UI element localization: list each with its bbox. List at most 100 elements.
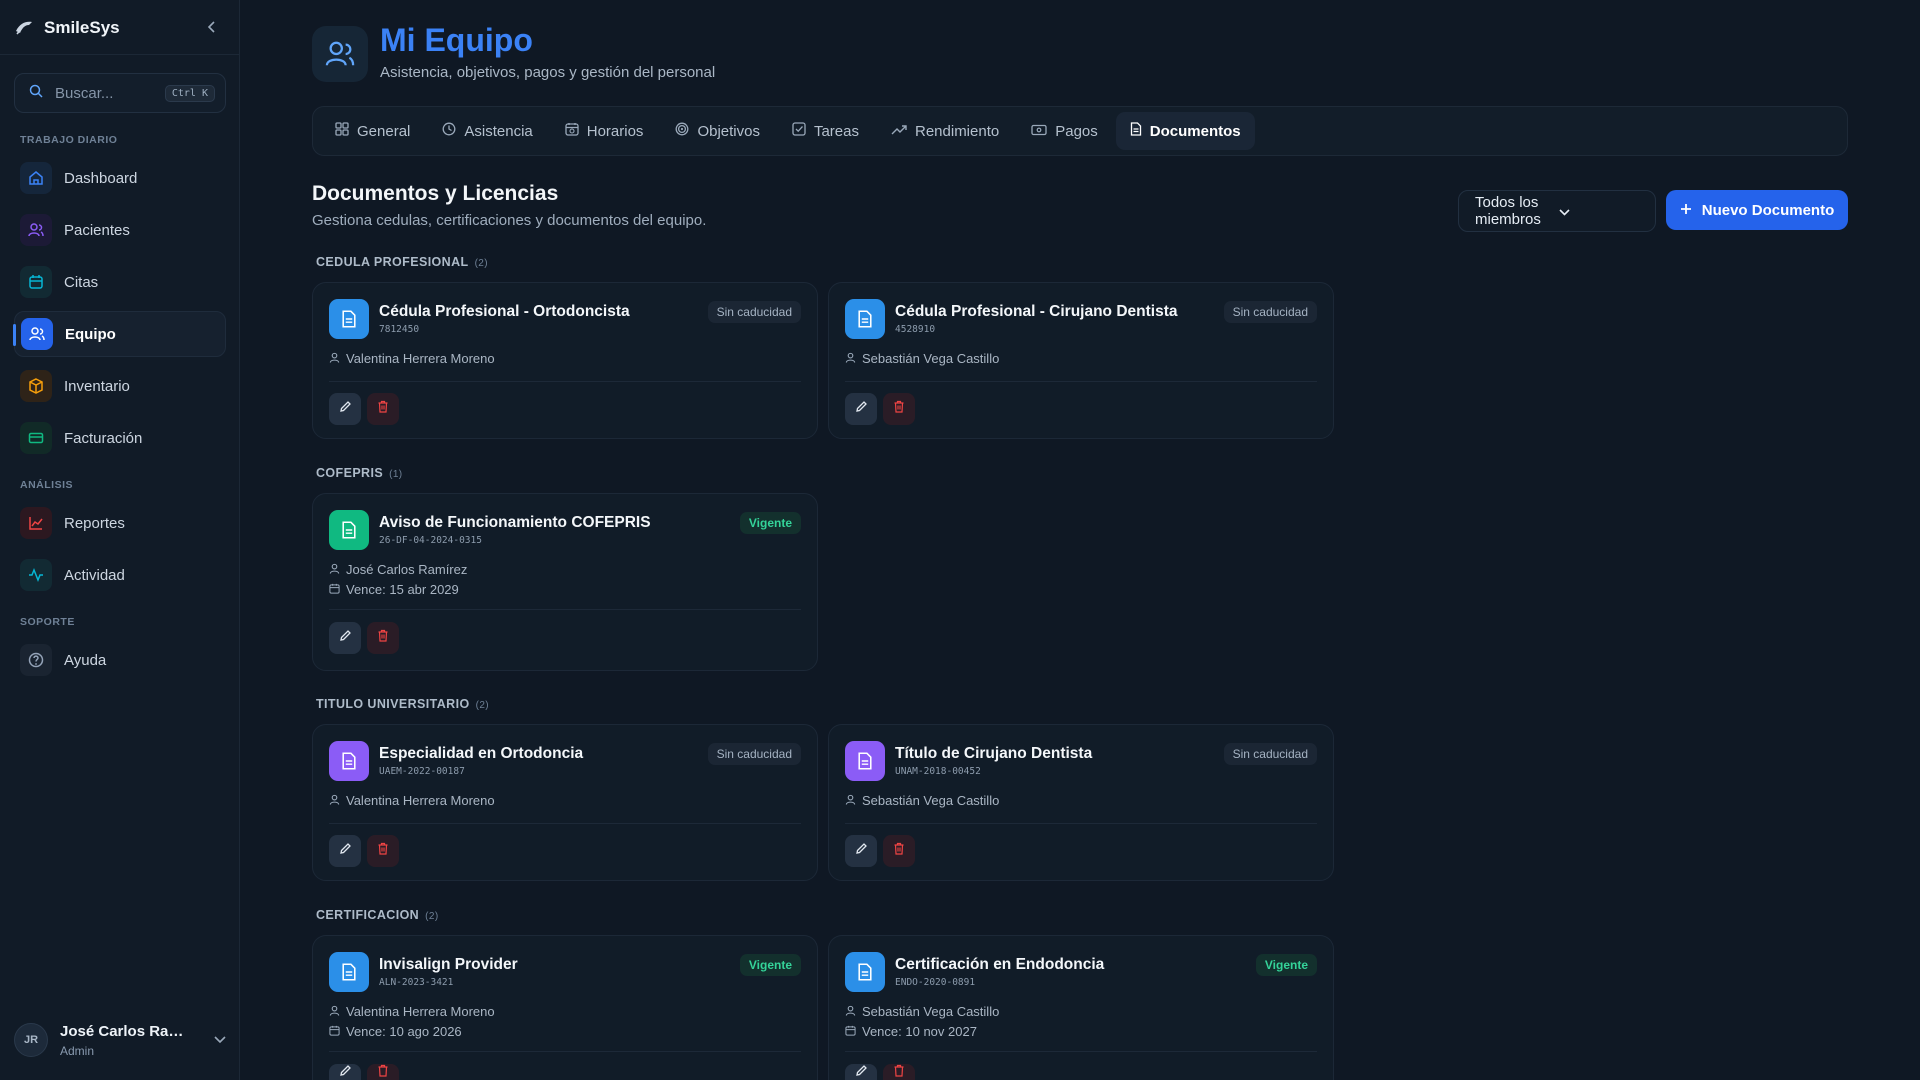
expiry-date: Vence: 10 ago 2026 xyxy=(346,1024,462,1039)
trash-icon xyxy=(893,1064,905,1080)
edit-button[interactable] xyxy=(329,393,361,425)
edit-button[interactable] xyxy=(845,1064,877,1080)
sidebar-item-label: Equipo xyxy=(65,325,116,343)
edit-button[interactable] xyxy=(845,393,877,425)
pencil-icon xyxy=(855,400,868,418)
card-divider xyxy=(845,381,1317,382)
member-filter-select[interactable]: Todos los miembros xyxy=(1458,190,1656,232)
tab-rendimiento[interactable]: Rendimiento xyxy=(877,112,1013,150)
sidebar-item-pacientes[interactable]: Pacientes xyxy=(14,207,226,253)
team-header-icon xyxy=(312,26,368,82)
status-badge: Sin caducidad xyxy=(707,301,801,323)
app-name: SmileSys xyxy=(44,18,120,37)
document-icon xyxy=(329,952,369,992)
calendar-icon xyxy=(329,1024,340,1039)
sidebar-item-label: Ayuda xyxy=(64,651,107,669)
owner-name: Sebastián Vega Castillo xyxy=(862,351,1000,366)
tab-pagos[interactable]: Pagos xyxy=(1017,112,1112,150)
tab-label: Objetivos xyxy=(697,122,760,140)
group-name: COFEPRIS xyxy=(316,466,384,480)
search-box[interactable]: Buscar... Ctrl K xyxy=(14,73,226,113)
delete-button[interactable] xyxy=(883,1064,915,1080)
delete-button[interactable] xyxy=(367,393,399,425)
edit-button[interactable] xyxy=(845,835,877,867)
sidebar-item-dashboard[interactable]: Dashboard xyxy=(14,155,226,201)
tab-documentos[interactable]: Documentos xyxy=(1115,112,1255,150)
delete-button[interactable] xyxy=(883,835,915,867)
brand[interactable]: SmileSys xyxy=(14,16,120,40)
search-input[interactable]: Buscar... xyxy=(55,85,153,102)
sidebar-item-facturacion[interactable]: Facturación xyxy=(14,415,226,461)
user-menu[interactable]: JR José Carlos Ramír... Admin xyxy=(14,1016,226,1064)
group-name: CERTIFICACION xyxy=(316,908,420,922)
document-number: 7812450 xyxy=(379,324,420,335)
document-card[interactable]: Certificación en Endodoncia ENDO-2020-08… xyxy=(828,935,1334,1080)
tab-general[interactable]: General xyxy=(321,112,424,150)
group-count: (2) xyxy=(425,911,439,922)
status-badge: Sin caducidad xyxy=(1223,743,1317,765)
document-card[interactable]: Título de Cirujano Dentista UNAM-2018-00… xyxy=(828,724,1334,881)
tab-label: General xyxy=(357,122,411,140)
owner-name: Valentina Herrera Moreno xyxy=(346,1004,495,1019)
expiry-date: Vence: 15 abr 2029 xyxy=(346,582,459,597)
calendar-clock-icon xyxy=(565,122,579,140)
trash-icon xyxy=(377,400,389,418)
tab-objetivos[interactable]: Objetivos xyxy=(661,112,774,150)
collapse-sidebar-button[interactable] xyxy=(204,17,220,37)
document-owner: Valentina Herrera Moreno xyxy=(329,793,495,808)
delete-button[interactable] xyxy=(367,835,399,867)
delete-button[interactable] xyxy=(367,622,399,654)
delete-button[interactable] xyxy=(367,1064,399,1080)
trash-icon xyxy=(377,1064,389,1080)
edit-button[interactable] xyxy=(329,835,361,867)
document-card[interactable]: Aviso de Funcionamiento COFEPRIS 26-DF-0… xyxy=(312,493,818,671)
document-title: Cédula Profesional - Cirujano Dentista xyxy=(895,303,1178,320)
document-card[interactable]: Especialidad en Ortodoncia UAEM-2022-001… xyxy=(312,724,818,881)
card-divider xyxy=(329,381,801,382)
document-icon xyxy=(329,299,369,339)
card-divider xyxy=(845,823,1317,824)
tab-label: Pagos xyxy=(1055,122,1098,140)
chart-icon xyxy=(20,507,52,539)
tab-horarios[interactable]: Horarios xyxy=(551,112,658,150)
tooth-logo-icon xyxy=(14,18,34,38)
document-icon xyxy=(845,299,885,339)
edit-button[interactable] xyxy=(329,622,361,654)
delete-button[interactable] xyxy=(883,393,915,425)
sidebar-item-inventario[interactable]: Inventario xyxy=(14,363,226,409)
tab-asistencia[interactable]: Asistencia xyxy=(428,112,546,150)
tab-label: Rendimiento xyxy=(915,122,1000,140)
help-icon xyxy=(20,644,52,676)
sidebar-item-citas[interactable]: Citas xyxy=(14,259,226,305)
document-card[interactable]: Cédula Profesional - Ortodoncista 781245… xyxy=(312,282,818,439)
section-title: Documentos y Licencias xyxy=(312,182,559,205)
edit-button[interactable] xyxy=(329,1064,361,1080)
new-document-button[interactable]: Nuevo Documento xyxy=(1666,190,1848,230)
money-icon xyxy=(1031,123,1047,140)
sidebar-item-actividad[interactable]: Actividad xyxy=(14,552,226,598)
group-count: (2) xyxy=(474,258,488,269)
search-shortcut: Ctrl K xyxy=(164,84,215,102)
trend-icon xyxy=(891,123,907,140)
tab-tareas[interactable]: Tareas xyxy=(778,112,873,150)
document-number: UNAM-2018-00452 xyxy=(895,766,981,777)
tab-bar: General Asistencia Horarios Objetivos Ta… xyxy=(312,106,1848,156)
chevron-down-icon xyxy=(1559,203,1643,220)
document-owner: Valentina Herrera Moreno xyxy=(329,351,495,366)
document-card[interactable]: Cédula Profesional - Cirujano Dentista 4… xyxy=(828,282,1334,439)
sidebar-item-ayuda[interactable]: Ayuda xyxy=(14,637,226,683)
member-filter-value: Todos los miembros xyxy=(1475,194,1541,228)
chevron-down-icon[interactable] xyxy=(214,1031,226,1049)
document-card[interactable]: Invisalign Provider ALN-2023-3421 Vigent… xyxy=(312,935,818,1080)
status-badge: Sin caducidad xyxy=(707,743,801,765)
pencil-icon xyxy=(339,1064,352,1080)
document-icon xyxy=(845,741,885,781)
document-expiry: Vence: 10 nov 2027 xyxy=(845,1024,977,1039)
document-title: Título de Cirujano Dentista xyxy=(895,745,1093,762)
user-icon xyxy=(329,793,340,808)
sidebar-item-reportes[interactable]: Reportes xyxy=(14,500,226,546)
document-owner: Sebastián Vega Castillo xyxy=(845,1004,999,1019)
pencil-icon xyxy=(339,842,352,860)
sidebar-item-equipo[interactable]: Equipo xyxy=(13,311,226,357)
group-label: CERTIFICACION (2) xyxy=(316,908,439,922)
